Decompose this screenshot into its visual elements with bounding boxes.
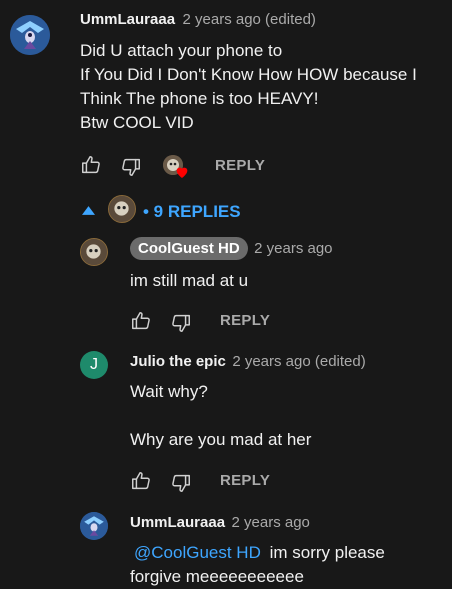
avatar[interactable]: J	[80, 351, 108, 379]
reply-author[interactable]: Julio the epic	[130, 353, 226, 370]
reply-text-continued: forgive meeeeeeeeeee	[130, 567, 304, 586]
reply-button[interactable]: REPLY	[220, 472, 270, 489]
avatar-letter: J	[90, 356, 98, 373]
reply-timestamp[interactable]: 2 years ago (edited)	[232, 353, 365, 370]
dislike-icon[interactable]	[170, 472, 192, 494]
like-icon[interactable]	[80, 154, 102, 176]
like-icon[interactable]	[130, 470, 152, 492]
caret-up-icon	[82, 206, 95, 215]
comment-text: Did U attach your phone to If You Did I …	[80, 41, 417, 132]
reply-text: im sorry please	[264, 543, 385, 562]
comment-author[interactable]: UmmLauraaa	[80, 11, 175, 28]
dislike-icon[interactable]	[170, 312, 192, 334]
reply-text: im still mad at u	[130, 271, 249, 290]
avatar[interactable]	[80, 238, 108, 266]
comment-timestamp[interactable]: 2 years ago (edited)	[183, 11, 316, 28]
reply-timestamp[interactable]: 2 years ago	[232, 514, 310, 531]
creator-avatar	[108, 195, 136, 223]
reply-author[interactable]: UmmLauraaa	[130, 514, 225, 531]
avatar[interactable]	[80, 512, 108, 540]
heart-icon	[176, 167, 188, 178]
like-icon[interactable]	[130, 310, 152, 332]
reply-text: Wait why? Why are you mad at her	[130, 382, 312, 449]
dislike-icon[interactable]	[120, 156, 142, 178]
avatar[interactable]	[10, 15, 50, 55]
replies-count-label[interactable]: • 9 REPLIES	[143, 202, 241, 222]
reply-button[interactable]: REPLY	[220, 312, 270, 329]
reply-timestamp[interactable]: 2 years ago	[254, 240, 332, 257]
mention-link[interactable]: @CoolGuest HD	[134, 543, 261, 562]
reply-author-creator-badge[interactable]: CoolGuest HD	[130, 237, 248, 260]
creator-heart	[163, 155, 191, 181]
hide-replies-toggle[interactable]: • 9 REPLIES	[80, 194, 280, 228]
reply-button[interactable]: REPLY	[215, 157, 265, 174]
